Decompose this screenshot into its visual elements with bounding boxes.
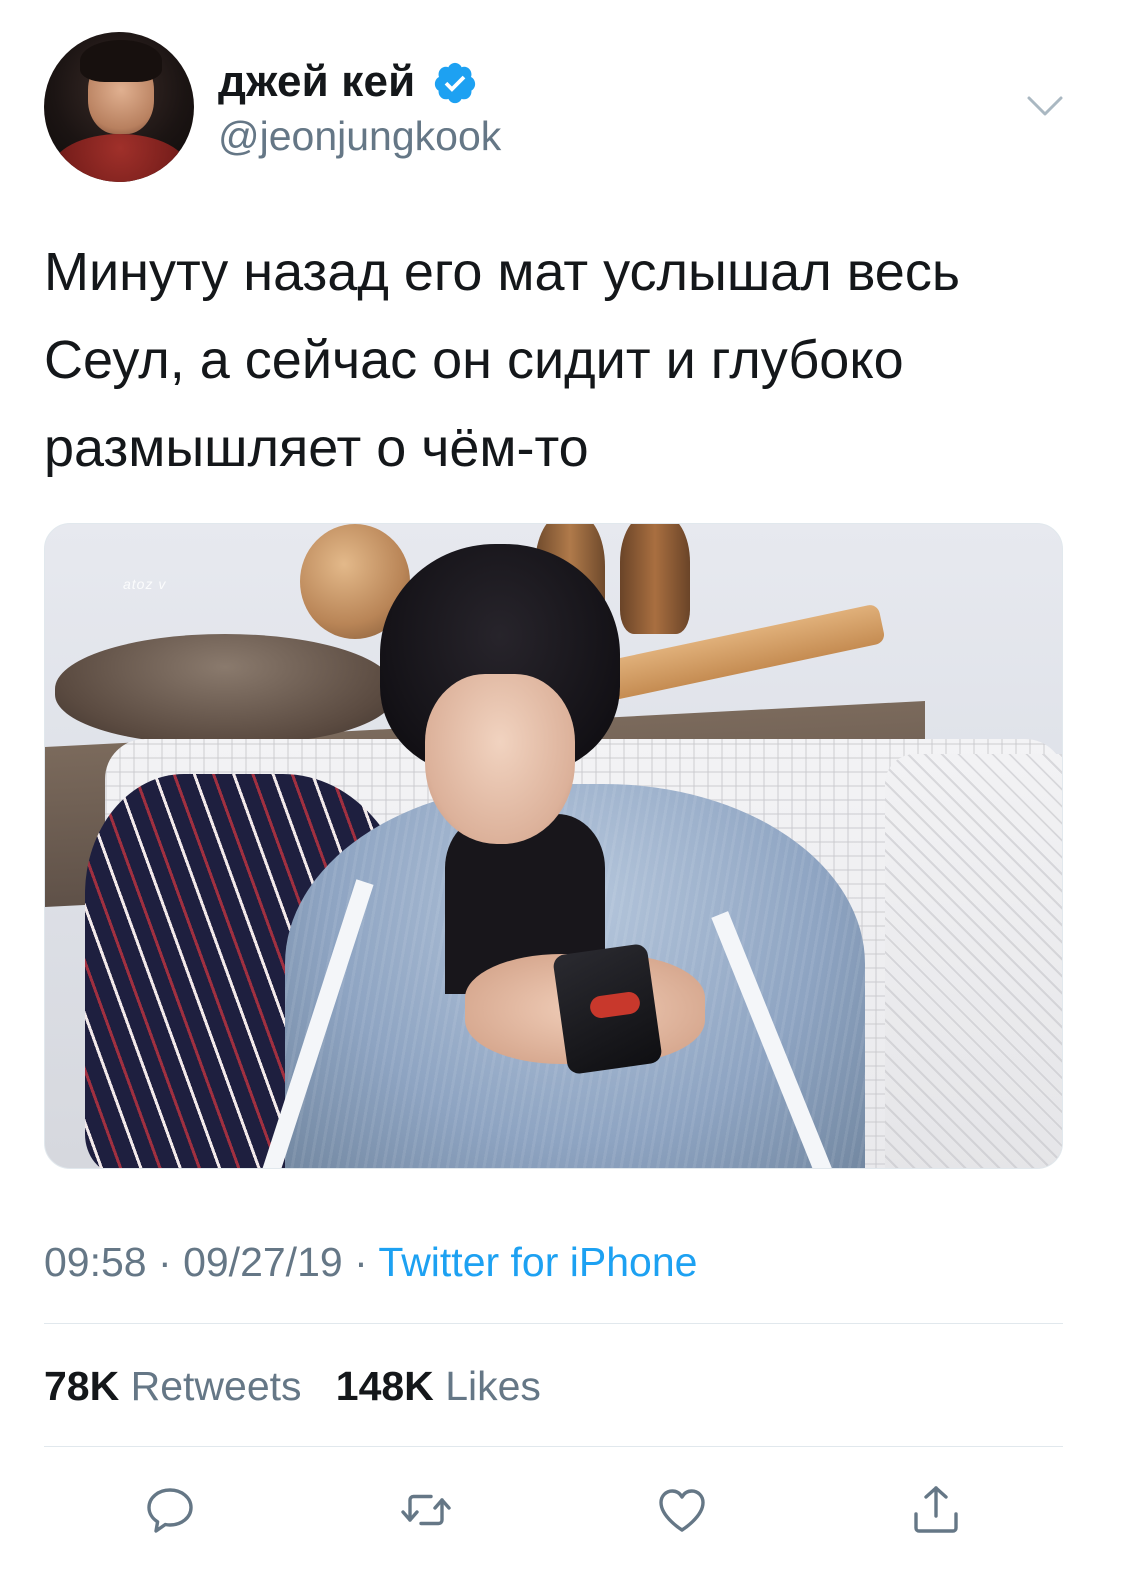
meta-separator: · (354, 1239, 368, 1285)
retweet-arrows-icon (401, 1494, 451, 1526)
speech-bubble-icon (147, 1488, 193, 1533)
retweets-label: Retweets (130, 1363, 302, 1409)
tweet-date: 09/27/19 (183, 1239, 343, 1285)
avatar[interactable] (44, 32, 194, 182)
tweet-meta: 09:58 · 09/27/19 · Twitter for iPhone (44, 1236, 697, 1288)
likes-count: 148K (335, 1363, 434, 1409)
tweet-stats: 78K Retweets 148K Likes (44, 1360, 541, 1412)
tweet-source-link[interactable]: Twitter for iPhone (378, 1239, 697, 1285)
share-upload-icon (914, 1486, 958, 1533)
meta-separator: · (158, 1239, 172, 1285)
avatar-shirt (52, 134, 188, 182)
photo-bowl (55, 634, 395, 744)
chevron-down-icon[interactable] (1026, 92, 1064, 120)
divider (44, 1446, 1063, 1447)
retweet-button[interactable] (398, 1482, 454, 1538)
heart-icon (659, 1489, 705, 1532)
retweets-count: 78K (44, 1363, 120, 1409)
tweet-time: 09:58 (44, 1239, 147, 1285)
divider (44, 1323, 1063, 1324)
like-button[interactable] (654, 1482, 710, 1538)
avatar-hair (80, 40, 162, 82)
tweet-text: Минуту назад его мат услышал весь Сеул, … (44, 242, 960, 478)
tweet-media-photo[interactable]: atoz v (44, 523, 1063, 1169)
photo-watermark: atoz v (123, 576, 167, 592)
photo-person-face (425, 674, 575, 844)
verified-badge-icon (434, 62, 476, 104)
photo-vase (620, 524, 690, 634)
handle[interactable]: @jeonjungkook (218, 111, 501, 161)
likes-label: Likes (445, 1363, 541, 1409)
photo-sofa-arm (885, 754, 1062, 1168)
share-button[interactable] (908, 1482, 964, 1538)
retweets-stat[interactable]: 78K Retweets (44, 1363, 313, 1409)
reply-button[interactable] (142, 1482, 198, 1538)
display-name[interactable]: джей кей (218, 56, 415, 108)
likes-stat[interactable]: 148K Likes (324, 1363, 541, 1409)
